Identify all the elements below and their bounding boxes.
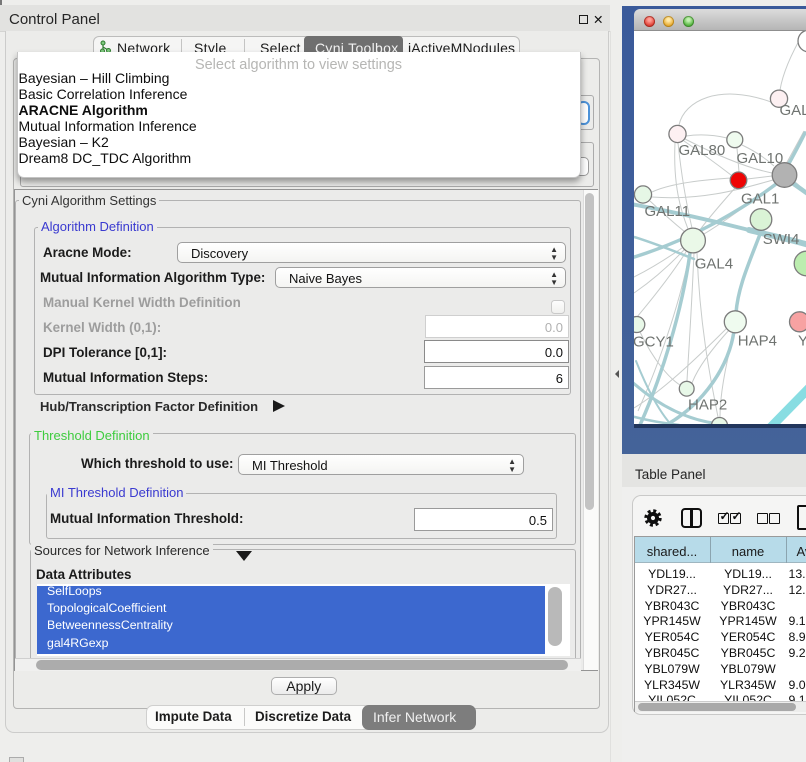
svg-text:HAP4: HAP4 bbox=[737, 332, 776, 349]
svg-text:GAL4: GAL4 bbox=[694, 255, 732, 272]
svg-text:GAL7: GAL7 bbox=[779, 102, 806, 119]
svg-text:HAP2: HAP2 bbox=[688, 397, 727, 414]
svg-text:GAL10: GAL10 bbox=[736, 150, 783, 167]
svg-text:SWI4: SWI4 bbox=[762, 231, 799, 248]
svg-text:Y: Y bbox=[798, 332, 806, 349]
svg-text:GAL11: GAL11 bbox=[644, 203, 690, 220]
svg-text:GCY1: GCY1 bbox=[634, 334, 674, 351]
svg-text:GAL80: GAL80 bbox=[678, 142, 725, 159]
svg-text:GAL1: GAL1 bbox=[741, 191, 779, 208]
